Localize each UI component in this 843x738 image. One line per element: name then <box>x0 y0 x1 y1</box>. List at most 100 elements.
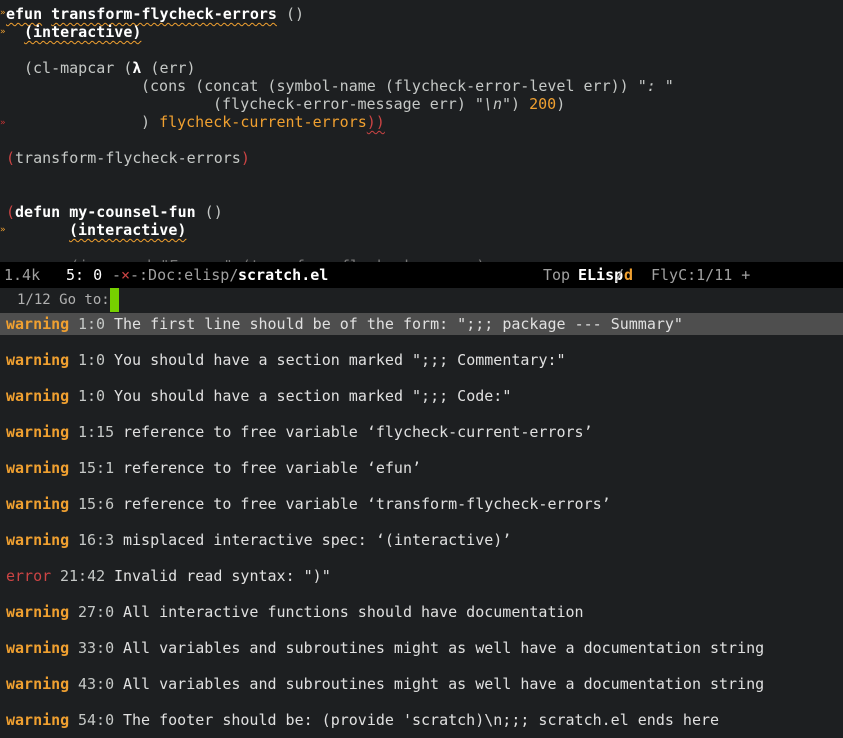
code-token: transform-flycheck-errors <box>51 5 277 23</box>
error-location: 54:0 <box>78 711 115 729</box>
code-token: defun <box>15 203 61 221</box>
code-line: (interactive) <box>24 23 141 41</box>
error-location: 33:0 <box>78 639 115 657</box>
error-list-item[interactable]: warning 33:0 All variables and subroutines… <box>0 637 843 659</box>
error-list-item[interactable]: warning 1:0 You should have a section mark… <box>0 349 843 371</box>
error-level: warning <box>6 675 70 693</box>
error-location: 16:3 <box>78 531 115 549</box>
code-token: transform-flycheck-errors <box>15 149 241 167</box>
error-message: You should have a section marked ";;; Co… <box>114 387 512 405</box>
code-token: ": " <box>637 77 674 95</box>
error-message: All variables and subroutines might as w… <box>123 639 765 657</box>
warning-fringe-icon: » <box>0 225 6 235</box>
error-list-item[interactable]: warning 1:15 reference to free variable ‘f… <box>0 421 843 443</box>
code-token: ( <box>6 203 16 221</box>
minibuffer[interactable]: 1/12 Go to: <box>0 288 843 312</box>
error-location: 15:1 <box>78 459 115 477</box>
error-message: reference to free variable ‘flycheck-cur… <box>123 423 593 441</box>
code-line: (interactive) <box>69 221 186 239</box>
line-col: 5: 0 <box>66 266 103 284</box>
error-message: Invalid read syntax: ")" <box>114 567 331 585</box>
error-level: warning <box>6 711 70 729</box>
error-level: warning <box>6 387 70 405</box>
flycheck-status[interactable]: FlyC:1/11 + <box>651 262 750 288</box>
error-location: 15:6 <box>78 495 115 513</box>
code-token: efun <box>6 5 43 23</box>
code-token: () <box>276 5 305 23</box>
error-list-item[interactable]: warning 54:0 The footer should be: (provid… <box>0 709 843 731</box>
mode-line: 1.4k 5: 0 - × -:Doc:elisp/ scratch.el To… <box>0 262 843 288</box>
code-token: ) <box>141 113 160 131</box>
code-line: (flycheck-error-message err) "\n") 200) <box>213 95 565 113</box>
buffer-state: -:Doc:elisp/ <box>130 266 239 284</box>
code-line: (defun my-counsel-fun () <box>6 203 223 221</box>
mode-sep: / <box>615 266 625 284</box>
warning-fringe-icon: » <box>0 8 6 18</box>
error-message: misplaced interactive spec: ‘(interactiv… <box>123 531 512 549</box>
error-level: warning <box>6 423 70 441</box>
code-token: ( <box>6 149 16 167</box>
error-level: warning <box>6 351 70 369</box>
code-token: 200 <box>529 95 557 113</box>
buffer-position: Top <box>543 266 571 284</box>
code-token: ) <box>556 95 566 113</box>
code-editor[interactable]: » efun transform-flycheck-errors () » (i… <box>0 0 843 262</box>
error-location: 43:0 <box>78 675 115 693</box>
error-list-item[interactable]: warning 43:0 All variables and subroutines… <box>0 673 843 695</box>
modified-icon: × <box>121 266 131 284</box>
error-level: warning <box>6 639 70 657</box>
error-location: 1:0 <box>78 315 106 333</box>
error-list-item[interactable]: warning 16:3 misplaced interactive spec: ‘… <box>0 529 843 551</box>
code-token: flycheck-current-errors <box>159 113 367 131</box>
buffer-size: 1.4k <box>4 266 41 284</box>
code-token: (interactive) <box>24 23 142 41</box>
code-token: (err) <box>141 59 196 77</box>
error-location: 1:0 <box>78 387 106 405</box>
status-dash: - <box>112 266 122 284</box>
error-level: error <box>6 567 52 585</box>
warning-fringe-icon: » <box>0 27 6 37</box>
code-line: efun transform-flycheck-errors () <box>6 5 304 23</box>
error-list-item[interactable]: error 21:42 Invalid read syntax: ")" <box>0 565 843 587</box>
error-message: The footer should be: (provide 'scratch)… <box>123 711 720 729</box>
text-cursor <box>110 288 119 312</box>
error-level: warning <box>6 315 70 333</box>
code-line: ) flycheck-current-errors)) <box>141 113 385 131</box>
error-message: The first line should be of the form: ";… <box>114 315 683 333</box>
error-level: warning <box>6 495 70 513</box>
error-fringe-icon: » <box>0 118 6 128</box>
error-list-item[interactable]: warning 1:0 You should have a section mark… <box>0 385 843 407</box>
error-level: warning <box>6 603 70 621</box>
error-list-item[interactable]: warning 27:0 All interactive functions sho… <box>0 601 843 623</box>
error-list-item[interactable]: warning 15:6 reference to free variable ‘t… <box>0 493 843 515</box>
mode-flag: d <box>624 266 634 284</box>
code-token: )) <box>366 113 385 131</box>
code-token: (interactive) <box>69 221 187 239</box>
error-location: 1:0 <box>78 351 106 369</box>
code-token: () <box>195 203 223 221</box>
code-line: (cons (concat (symbol-name (flycheck-err… <box>141 77 674 95</box>
error-message: All variables and subroutines might as w… <box>123 675 765 693</box>
error-message: reference to free variable ‘transform-fl… <box>123 495 611 513</box>
code-token: (cons (concat (symbol-name (flycheck-err… <box>141 77 638 95</box>
error-message: reference to free variable ‘efun’ <box>123 459 422 477</box>
error-list-item[interactable]: warning 1:0 The first line should be of th… <box>0 313 843 335</box>
error-level: warning <box>6 531 70 549</box>
code-token: ) <box>511 95 530 113</box>
code-token: "\n" <box>474 95 512 113</box>
error-list-item[interactable]: warning 15:1 reference to free variable ‘e… <box>0 457 843 479</box>
code-token: my-counsel-fun <box>69 203 196 221</box>
code-token: (flycheck-error-message err) <box>213 95 475 113</box>
error-location: 21:42 <box>60 567 106 585</box>
error-message: All interactive functions should have do… <box>123 603 584 621</box>
buffer-name[interactable]: scratch.el <box>238 262 328 288</box>
error-location: 1:15 <box>78 423 115 441</box>
error-location: 27:0 <box>78 603 115 621</box>
code-token: ) <box>240 149 250 167</box>
minibuffer-prompt: 1/12 Go to: <box>17 292 110 308</box>
error-message: You should have a section marked ";;; Co… <box>114 351 566 369</box>
code-line: (cl-mapcar (λ (err) <box>24 59 196 77</box>
code-line: (transform-flycheck-errors) <box>6 149 250 167</box>
error-level: warning <box>6 459 70 477</box>
